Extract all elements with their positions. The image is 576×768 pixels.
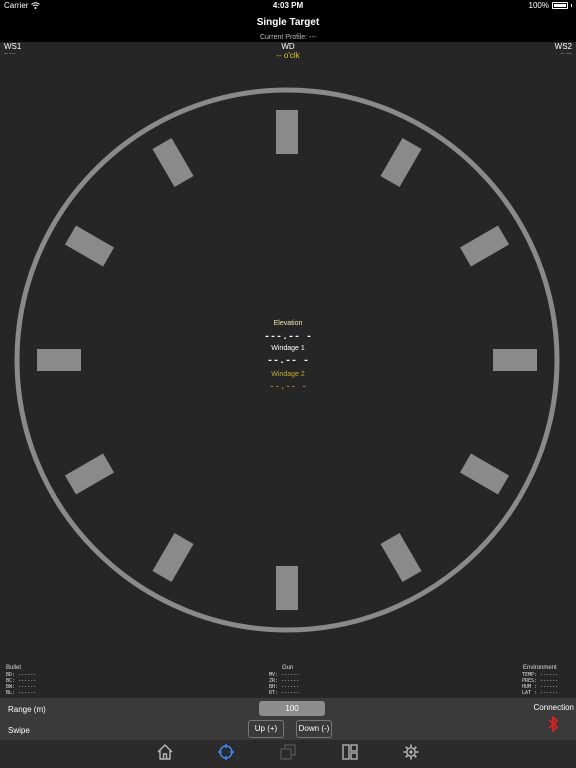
ws2-value: -- --- [560, 51, 572, 57]
wd-label: WD [281, 42, 295, 51]
tab-single-target[interactable] [217, 743, 235, 761]
hour-tick-11 [152, 137, 194, 188]
hour-tick-2 [459, 225, 510, 267]
up-button[interactable]: Up (+) [248, 720, 284, 738]
status-time: 4:03 PM [272, 1, 304, 10]
gun-title: Gun [282, 665, 294, 671]
wind-speed-2[interactable]: WS2 -- --- [555, 42, 572, 57]
bluetooth-icon[interactable] [547, 715, 559, 733]
windage2-label: Windage 2 [271, 371, 305, 378]
windage1-label: Windage 1 [271, 345, 305, 352]
battery-tip [571, 4, 572, 7]
hour-tick-10 [64, 225, 115, 267]
gun-line: RT: ------ [269, 690, 300, 696]
home-icon [157, 744, 173, 760]
tab-home[interactable] [156, 743, 174, 761]
bullet-title: Bullet [6, 665, 22, 671]
battery-group: 100% [529, 1, 572, 10]
tab-copy[interactable] [279, 743, 297, 761]
connection-label: Connection [533, 703, 574, 712]
bullet-info: Bullet BD: ------ BC: ------ BW: ------ … [6, 665, 36, 696]
swipe-label: Swipe [8, 726, 30, 735]
windage1-value: --.-- - [266, 356, 309, 367]
range-input[interactable]: 100 [259, 701, 325, 716]
tab-layout[interactable] [341, 743, 359, 761]
controls-panel: Range (m) 100 Swipe Up (+) Down (-) Conn… [0, 698, 576, 740]
hour-tick-4 [459, 453, 510, 495]
environment-title: Environment [523, 665, 557, 671]
page-title: Single Target [256, 17, 320, 28]
status-bar: Carrier 4:03 PM 100% [0, 0, 576, 12]
hour-tick-8 [64, 453, 115, 495]
wind-row: WS1 -- --- WD -- o'clk WS2 -- --- [0, 42, 576, 62]
hour-tick-1 [380, 137, 422, 188]
hour-tick-3 [493, 349, 537, 371]
battery-percent: 100% [528, 1, 549, 10]
hour-tick-5 [380, 532, 422, 583]
environment-line: LAT : ------ [522, 690, 559, 696]
hour-tick-7 [152, 532, 194, 583]
down-button[interactable]: Down (-) [296, 720, 332, 738]
battery-icon [552, 2, 568, 9]
hour-tick-12 [276, 110, 298, 154]
hour-tick-9 [37, 349, 81, 371]
windage2-value: --.-- - [269, 382, 307, 392]
current-profile: Current Profile: --- [0, 34, 576, 42]
gear-icon [403, 744, 419, 760]
gun-info: Gun MV: ------ ZR: ------ BH: ------ RT:… [269, 665, 299, 696]
navigation-bar: Single Target [0, 12, 576, 34]
environment-info: Environment TEMP: ------ PRES: ------ HU… [522, 665, 558, 696]
elevation-value: ---.-- - [263, 332, 312, 343]
copy-icon [280, 744, 296, 760]
crosshair-icon [218, 744, 234, 760]
elevation-label: Elevation [273, 320, 303, 327]
wd-value: -- o'clk [276, 51, 300, 60]
range-label: Range (m) [8, 705, 46, 714]
tab-settings[interactable] [402, 743, 420, 761]
tab-bar [0, 740, 576, 768]
bullet-line: BL: ------ [6, 690, 37, 696]
ws2-label: WS2 [554, 42, 572, 51]
wind-direction[interactable]: WD -- o'clk [0, 42, 576, 60]
layout-icon [342, 744, 358, 760]
hour-tick-6 [276, 566, 298, 610]
